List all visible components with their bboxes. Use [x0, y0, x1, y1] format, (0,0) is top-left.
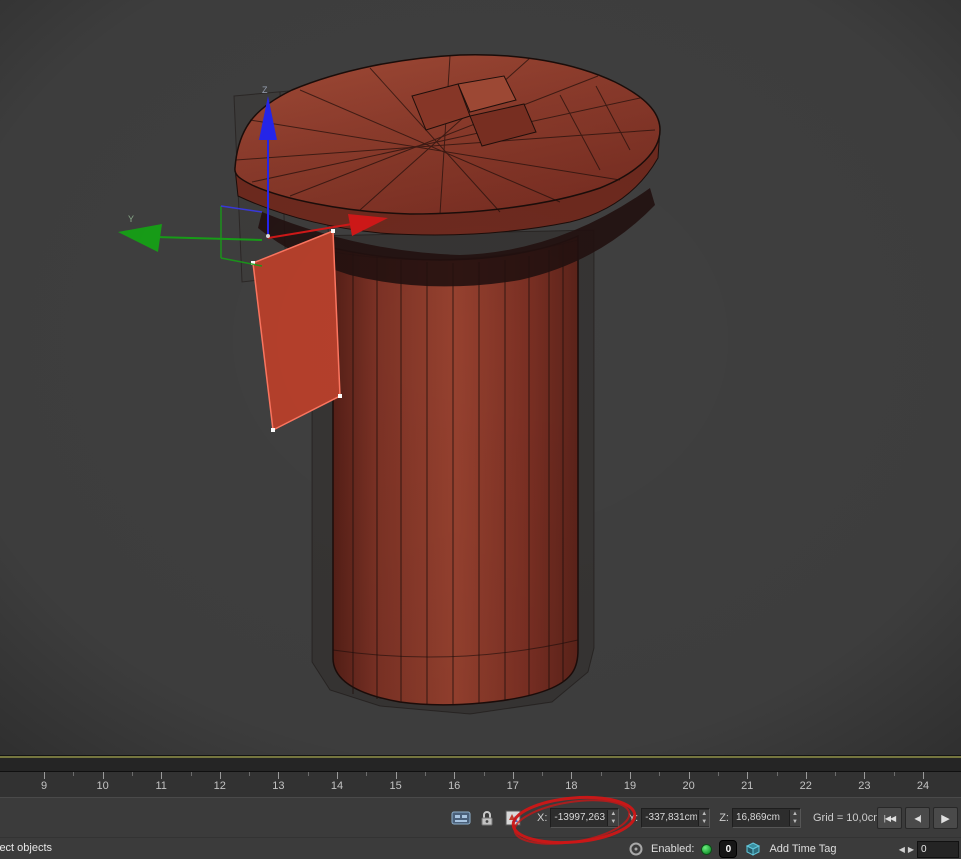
timeline-label: 15: [389, 780, 401, 792]
timeline-tick: [571, 772, 572, 779]
timeline-minor-tick: [777, 772, 778, 776]
timeline-minor-tick: [191, 772, 192, 776]
timeline-label: 14: [331, 780, 343, 792]
timeline-minor-tick: [835, 772, 836, 776]
y-coordinate-label: Y:: [628, 812, 638, 824]
3dsmax-window: Y Z 910111213141516171819202: [0, 0, 961, 859]
timeline-tick: [161, 772, 162, 779]
timeline-tick: [220, 772, 221, 779]
y-coordinate-field: ▲▼: [641, 808, 710, 828]
timeline-minor-tick: [718, 772, 719, 776]
y-coordinate-input[interactable]: [642, 812, 698, 823]
timeline-tick: [278, 772, 279, 779]
timeline-tick: [806, 772, 807, 779]
time-tag-group: Enabled: 0 Add Time Tag: [628, 840, 837, 858]
timeline-tick: [864, 772, 865, 779]
timeline-label: 17: [507, 780, 519, 792]
timeline-tick: [44, 772, 45, 779]
timeline-tick: [337, 772, 338, 779]
viewport[interactable]: Y Z: [0, 0, 961, 755]
z-spinner[interactable]: ▲▼: [789, 810, 800, 826]
timeline-minor-tick: [366, 772, 367, 776]
x-coordinate-field: ▲▼: [550, 808, 619, 828]
transform-typein-icon[interactable]: [450, 808, 472, 828]
viewport-vignette: [0, 0, 961, 755]
play-button[interactable]: ▶: [933, 807, 958, 829]
timeline-label: 21: [741, 780, 753, 792]
enabled-label: Enabled:: [651, 843, 694, 855]
timeline-tick: [454, 772, 455, 779]
frame-back-arrow[interactable]: ◀: [899, 845, 905, 854]
timeline-tick: [103, 772, 104, 779]
timeline-minor-tick: [894, 772, 895, 776]
timeline-tick: [630, 772, 631, 779]
playback-controls: |◀◀ ◀| ▶: [877, 807, 958, 829]
timeline-tick: [923, 772, 924, 779]
timeline-minor-tick: [659, 772, 660, 776]
timeline-label: 22: [800, 780, 812, 792]
timeline-tick: [689, 772, 690, 779]
timeline-label: 24: [917, 780, 929, 792]
current-frame-field[interactable]: 0: [917, 841, 959, 858]
timeline-label: 13: [272, 780, 284, 792]
x-coordinate-input[interactable]: [551, 812, 607, 823]
absolute-offset-toggle-icon[interactable]: [502, 808, 524, 828]
frame-nav-group: ◀ ▶ 0: [899, 841, 959, 858]
timeline-tick: [747, 772, 748, 779]
timeline-minor-tick: [308, 772, 309, 776]
viewport-canvas: Y Z: [0, 0, 961, 755]
timeline-minor-tick: [73, 772, 74, 776]
timeline-minor-tick: [132, 772, 133, 776]
timeline-minor-tick: [542, 772, 543, 776]
timeline-minor-tick: [249, 772, 250, 776]
x-coordinate-label: X:: [537, 812, 547, 824]
timeline-minor-tick: [601, 772, 602, 776]
prompt-row: lect objects Enabled: 0 Add Time Tag ◀ ▶…: [0, 837, 961, 859]
add-time-tag-button[interactable]: Add Time Tag: [769, 843, 836, 855]
z-coordinate-field: ▲▼: [732, 808, 801, 828]
prompt-status-text: lect objects: [0, 842, 52, 854]
cube-icon[interactable]: [744, 840, 762, 858]
key-mode-button[interactable]: 0: [719, 840, 737, 858]
timeline-label: 10: [96, 780, 108, 792]
timeline-label: 9: [41, 780, 47, 792]
timeline[interactable]: 9 10 11 12 13 14 15 16 17 18 19 20 21 22 23 24: [0, 755, 961, 797]
z-coordinate-label: Z:: [719, 812, 729, 824]
timeline-tick: [513, 772, 514, 779]
grid-size-text: Grid = 10,0cm: [813, 812, 882, 824]
timeline-label: 12: [214, 780, 226, 792]
timeline-ruler[interactable]: 9 10 11 12 13 14 15 16 17 18 19 20 21 22 23 24: [0, 772, 961, 798]
enabled-led-indicator[interactable]: [701, 844, 712, 855]
timeline-label: 16: [448, 780, 460, 792]
track-bar[interactable]: [0, 756, 961, 772]
timeline-label: 11: [155, 780, 166, 792]
coordinate-row: X: ▲▼ Y: ▲▼ Z: ▲▼ Grid = 10,0cm |◀◀ ◀| ▶: [0, 798, 961, 837]
go-to-start-button[interactable]: |◀◀: [877, 807, 902, 829]
timeline-minor-tick: [425, 772, 426, 776]
selection-lock-icon[interactable]: [476, 808, 498, 828]
x-spinner[interactable]: ▲▼: [607, 810, 618, 826]
timeline-tick: [396, 772, 397, 779]
timeline-label: 19: [624, 780, 636, 792]
frame-forward-arrow[interactable]: ▶: [908, 845, 914, 854]
previous-frame-button[interactable]: ◀|: [905, 807, 930, 829]
z-coordinate-input[interactable]: [733, 812, 789, 823]
status-bar: X: ▲▼ Y: ▲▼ Z: ▲▼ Grid = 10,0cm |◀◀ ◀| ▶: [0, 797, 961, 859]
timeline-label: 18: [565, 780, 577, 792]
timeline-label: 23: [858, 780, 870, 792]
timeline-label: 20: [682, 780, 694, 792]
timeline-minor-tick: [484, 772, 485, 776]
y-spinner[interactable]: ▲▼: [698, 810, 709, 826]
record-circle-icon[interactable]: [628, 841, 644, 857]
